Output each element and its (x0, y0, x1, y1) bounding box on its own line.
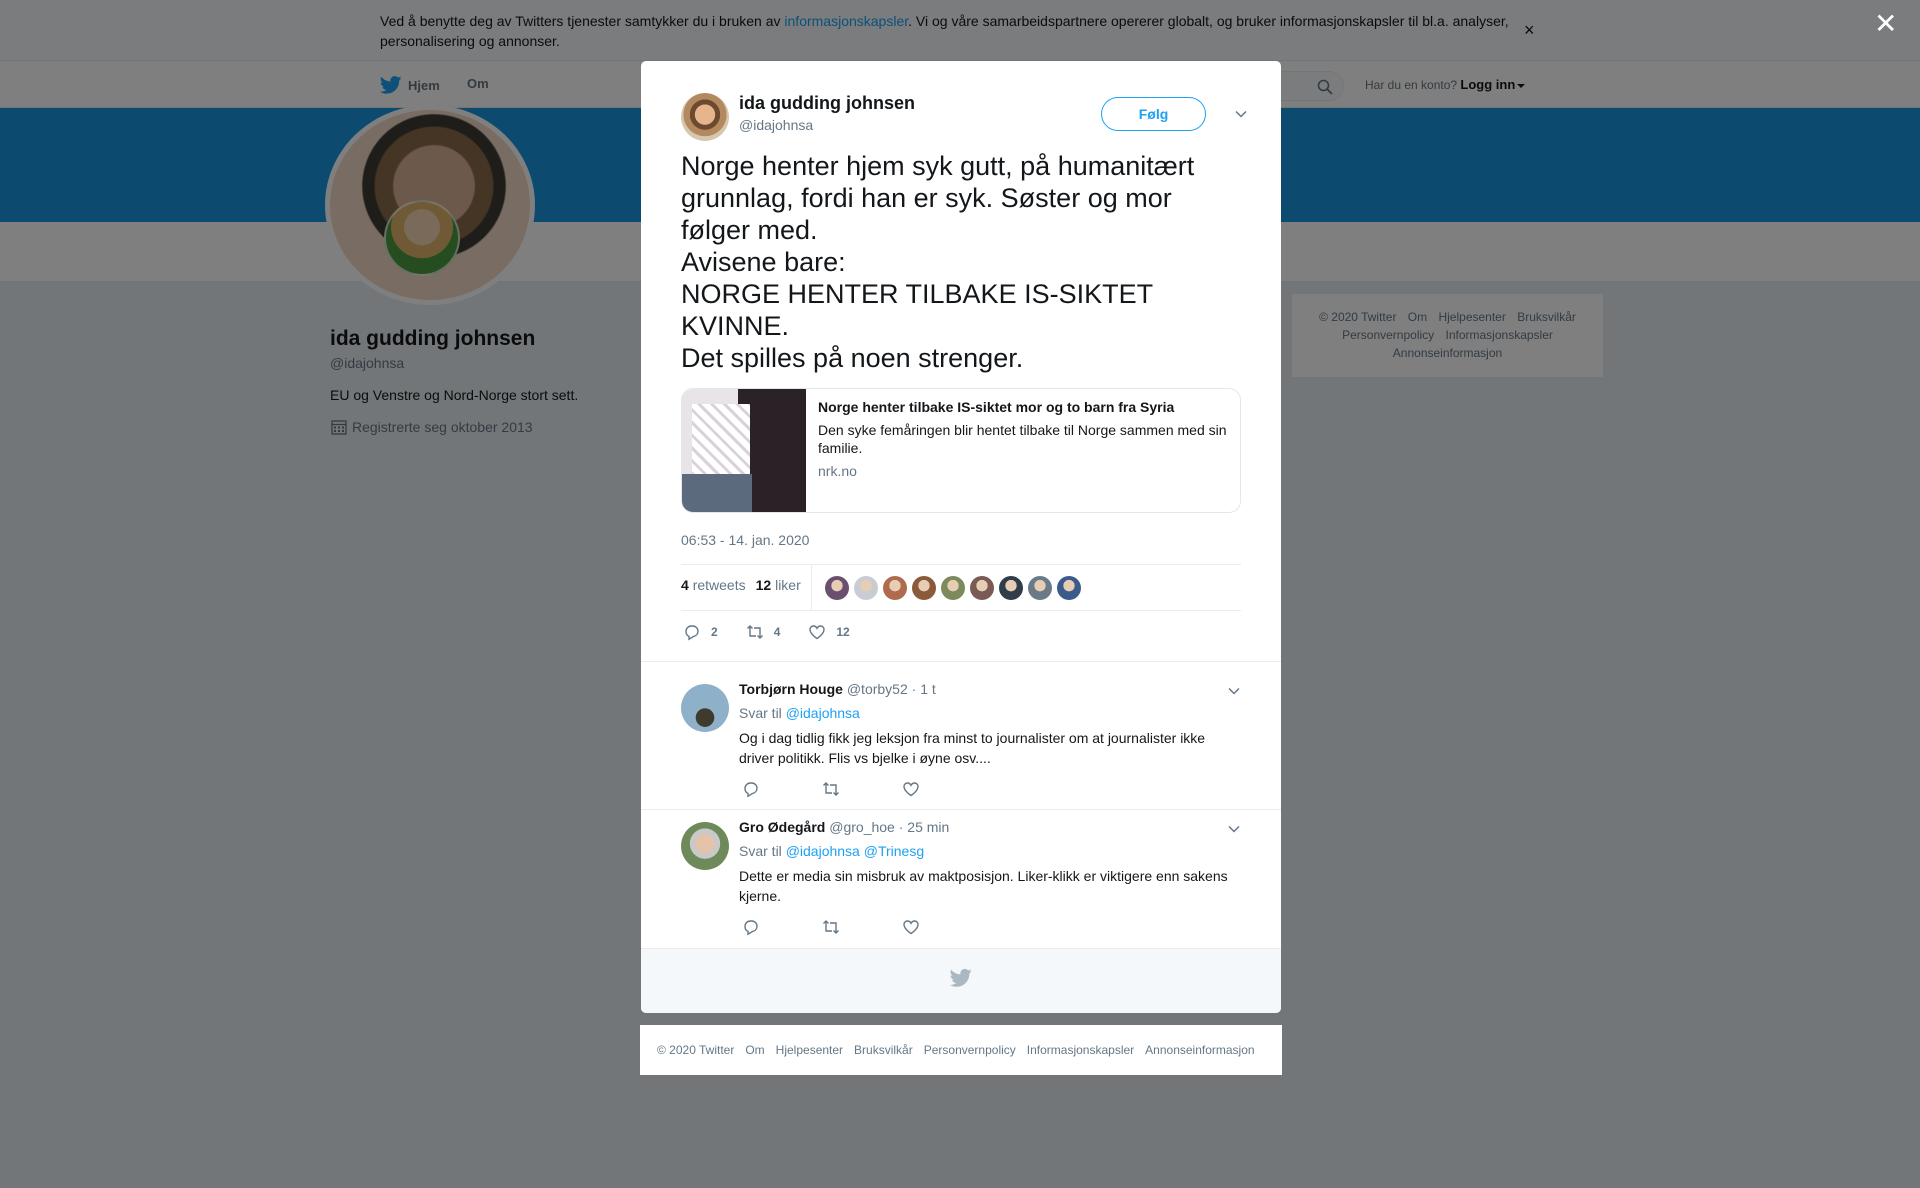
link-preview-card[interactable]: Norge henter tilbake IS-siktet mor og to… (681, 388, 1241, 513)
reply-avatar[interactable] (681, 684, 729, 732)
tweet-text-line: KVINNE. (681, 311, 790, 341)
tweet-text-line: grunnlag, fordi han er syk. Søster og mo… (681, 183, 1172, 213)
liker-avatar[interactable] (999, 576, 1023, 600)
tweet-text-line: Det spilles på noen strenger. (681, 343, 1024, 373)
reply-to-label: Svar til (739, 705, 782, 721)
tweet-text: Norge henter hjem syk gutt, på humanitær… (681, 150, 1241, 374)
close-modal-icon[interactable]: ✕ (1874, 10, 1897, 38)
tweet-author-name[interactable]: ida gudding johnsen (739, 93, 915, 114)
liker-avatar[interactable] (970, 576, 994, 600)
tweet-actions: 2 4 12 (683, 623, 878, 641)
liker-avatar[interactable] (1057, 576, 1081, 600)
reply-actions (742, 780, 920, 798)
likes-count[interactable]: 12 (756, 577, 772, 593)
chevron-down-icon[interactable] (1227, 822, 1241, 836)
reply-header: Torbjørn Houge @torby52 · 1 t (739, 681, 936, 697)
reply-author-name[interactable]: Torbjørn Houge (739, 681, 843, 697)
footer-link-help[interactable]: Hjelpesenter (776, 1043, 843, 1057)
tweet-text-line: følger med. (681, 215, 818, 245)
tweet-modal: ida gudding johnsen @idajohnsa Følg Norg… (641, 61, 1281, 1013)
card-thumbnail (682, 389, 806, 512)
divider (681, 564, 1241, 565)
retweet-count: 4 (773, 625, 781, 639)
liker-avatar[interactable] (912, 576, 936, 600)
tweet-author-handle[interactable]: @idajohnsa (739, 117, 813, 133)
reply-header: Gro Ødegård @gro_hoe · 25 min (739, 819, 949, 835)
divider (811, 565, 812, 610)
reply-count: 2 (711, 625, 718, 639)
tweet-text-line: NORGE HENTER TILBAKE IS-SIKTET (681, 279, 1154, 309)
tweet-author-avatar[interactable] (681, 93, 729, 141)
reply-to-mention[interactable]: @idajohnsa (786, 705, 860, 721)
card-domain: nrk.no (818, 463, 857, 479)
reply-time[interactable]: · 1 t (912, 681, 936, 697)
retweets-label[interactable]: retweets (693, 577, 746, 593)
liker-avatars (825, 576, 1081, 600)
bottom-footer: © 2020 Twitter Om Hjelpesenter Bruksvilk… (640, 1025, 1282, 1075)
tweet-stats: 4 retweets 12 liker (681, 577, 801, 593)
retweet-button[interactable]: 4 (746, 623, 781, 641)
modal-footer (641, 948, 1281, 1013)
divider (641, 661, 1281, 662)
reply-to-mention[interactable]: @idajohnsa (786, 843, 860, 859)
reply-to-mention[interactable]: @Trinesg (864, 843, 924, 859)
retweets-count[interactable]: 4 (681, 577, 689, 593)
liker-avatar[interactable] (854, 576, 878, 600)
reply-author-handle[interactable]: @gro_hoe (829, 819, 895, 835)
likes-label[interactable]: liker (775, 577, 801, 593)
reply-author-name[interactable]: Gro Ødegård (739, 819, 825, 835)
divider (641, 809, 1281, 810)
heart-icon[interactable] (902, 918, 920, 936)
reply-to-label: Svar til (739, 843, 782, 859)
tweet-text-line: Avisene bare: (681, 247, 846, 277)
footer-copyright: © 2020 Twitter (657, 1043, 735, 1057)
like-button[interactable]: 12 (808, 623, 850, 641)
liker-avatar[interactable] (1028, 576, 1052, 600)
reply-icon[interactable] (742, 918, 760, 936)
twitter-bird-icon (950, 968, 972, 987)
chevron-down-icon[interactable] (1227, 684, 1241, 698)
reply-text: Og i dag tidlig fikk jeg leksjon fra min… (739, 730, 1206, 766)
liker-avatar[interactable] (883, 576, 907, 600)
reply-time[interactable]: · 25 min (899, 819, 950, 835)
footer-link-terms[interactable]: Bruksvilkår (854, 1043, 913, 1057)
reply-button[interactable]: 2 (683, 623, 718, 641)
card-description: Den syke femåringen blir hentet tilbake … (818, 422, 1227, 456)
reply-avatar[interactable] (681, 822, 729, 870)
reply-icon (685, 625, 699, 641)
like-count: 12 (836, 625, 850, 639)
heart-icon (809, 625, 826, 640)
divider (681, 610, 1241, 611)
reply-actions (742, 918, 920, 936)
retweet-icon (746, 625, 763, 639)
liker-avatar[interactable] (825, 576, 849, 600)
chevron-down-icon[interactable] (1234, 107, 1248, 121)
tweet-text-line: Norge henter hjem syk gutt, på humanitær… (681, 151, 1195, 181)
heart-icon[interactable] (902, 780, 920, 798)
footer-link-ads[interactable]: Annonseinformasjon (1145, 1043, 1254, 1057)
reply-to: Svar til @idajohnsa @Trinesg (739, 843, 924, 859)
retweet-icon[interactable] (822, 780, 840, 798)
reply-icon[interactable] (742, 780, 760, 798)
reply-text: Dette er media sin misbruk av maktposisj… (739, 868, 1228, 904)
footer-link-about[interactable]: Om (745, 1043, 764, 1057)
liker-avatar[interactable] (941, 576, 965, 600)
card-title: Norge henter tilbake IS-siktet mor og to… (818, 399, 1175, 415)
reply-author-handle[interactable]: @torby52 (847, 681, 908, 697)
footer-link-cookies[interactable]: Informasjonskapsler (1027, 1043, 1134, 1057)
tweet-timestamp[interactable]: 06:53 - 14. jan. 2020 (681, 532, 809, 548)
retweet-icon[interactable] (822, 918, 840, 936)
footer-link-privacy[interactable]: Personvernpolicy (924, 1043, 1016, 1057)
follow-button[interactable]: Følg (1101, 97, 1206, 131)
reply-to: Svar til @idajohnsa (739, 705, 860, 721)
